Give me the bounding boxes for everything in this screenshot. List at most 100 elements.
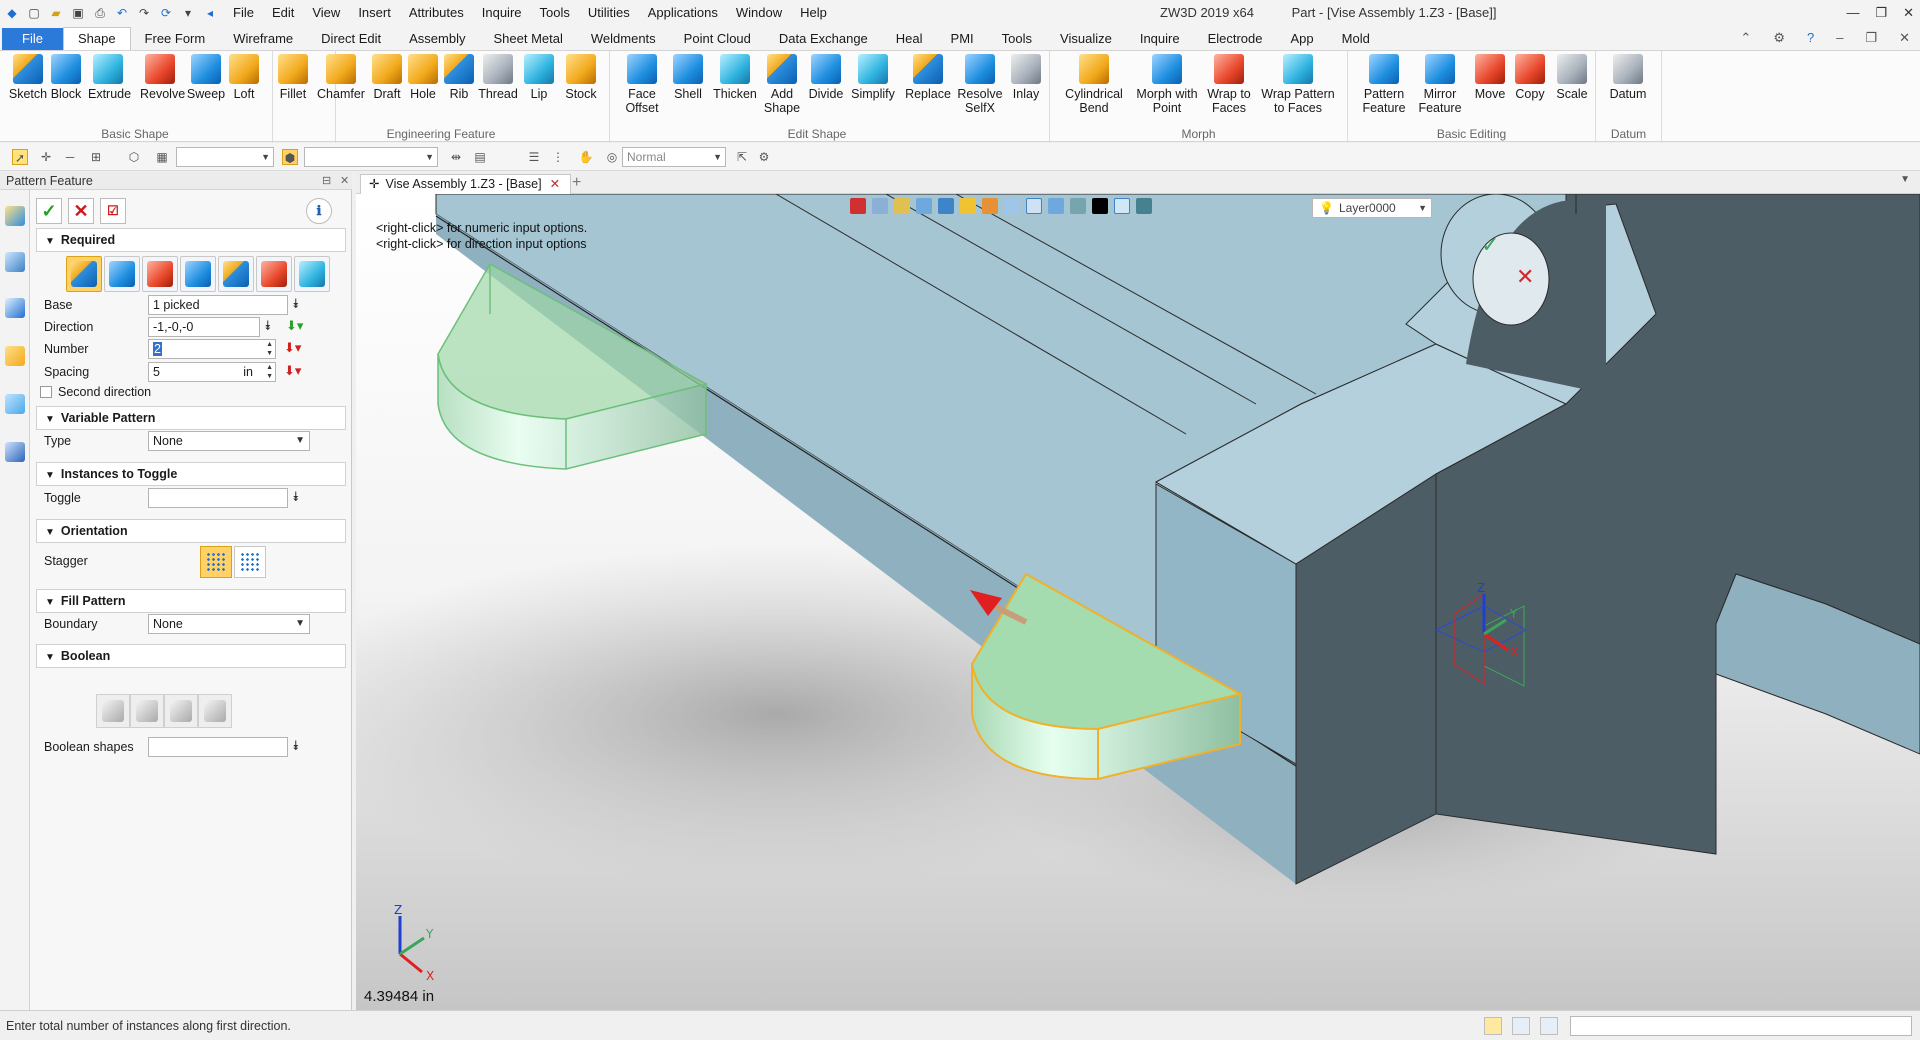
spacing-spinner[interactable]: ▲ ▼ <box>266 363 273 381</box>
collapse-ribbon-icon[interactable]: ⌃ <box>1740 26 1751 50</box>
loft-button[interactable]: Loft <box>224 54 264 101</box>
minimize-icon[interactable]: — <box>1846 0 1859 26</box>
render-mode-combo[interactable]: Normal ▼ <box>622 147 726 167</box>
direction-pick-icon[interactable]: ⬇▾ <box>286 318 303 334</box>
doc-close-icon[interactable]: ✕ <box>1899 26 1910 50</box>
cancel-button[interactable]: ✕ <box>68 198 94 224</box>
select-cursor-icon[interactable]: ➚ <box>12 149 28 165</box>
tab-mold[interactable]: Mold <box>1328 28 1384 50</box>
tab-pmi[interactable]: PMI <box>937 28 988 50</box>
boolean-add-option[interactable] <box>130 694 164 728</box>
menu-tools[interactable]: Tools <box>531 0 579 26</box>
points-pattern-option[interactable] <box>180 256 216 292</box>
cylindrical-bend-button[interactable]: Cylindrical Bend <box>1058 54 1130 115</box>
tab-electrode[interactable]: Electrode <box>1194 28 1277 50</box>
tab-weldments[interactable]: Weldments <box>577 28 670 50</box>
lip-button[interactable]: Lip <box>519 54 559 101</box>
move-button[interactable]: Move <box>1470 54 1510 101</box>
filter-combo[interactable]: ▼ <box>176 147 274 167</box>
app-logo-icon[interactable]: ◆ <box>4 5 20 21</box>
boundary-select[interactable]: None ▼ <box>148 614 310 634</box>
tab-sheet-metal[interactable]: Sheet Metal <box>480 28 577 50</box>
wrap-to-faces-button[interactable]: Wrap to Faces <box>1204 54 1254 115</box>
menu-applications[interactable]: Applications <box>639 0 727 26</box>
scale-button[interactable]: Scale <box>1552 54 1592 101</box>
material-icon[interactable] <box>1136 198 1152 214</box>
pattern-feature-button[interactable]: Pattern Feature <box>1356 54 1412 115</box>
tabs-overflow-icon[interactable]: ▼ <box>1900 174 1910 185</box>
replace-button[interactable]: Replace <box>904 54 952 101</box>
collapse-arrow-icon[interactable]: ◂ <box>202 5 218 21</box>
face-offset-button[interactable]: Face Offset <box>616 54 668 115</box>
extrude-button[interactable]: Extrude <box>88 54 131 101</box>
info-icon[interactable]: ℹ <box>306 198 332 224</box>
sweep-button[interactable]: Sweep <box>186 54 226 101</box>
view-cube-icon[interactable] <box>938 198 954 214</box>
toggle-field[interactable] <box>148 488 288 508</box>
display-mode-icon[interactable] <box>960 198 976 214</box>
layout-icon[interactable] <box>1048 198 1064 214</box>
circular-pattern-option[interactable] <box>104 256 140 292</box>
status-view-icon[interactable] <box>1484 1017 1502 1035</box>
display-filter-icon[interactable] <box>1070 198 1086 214</box>
simplify-button[interactable]: Simplify <box>848 54 898 101</box>
menu-help[interactable]: Help <box>791 0 836 26</box>
doc-minimize-icon[interactable]: – <box>1836 26 1843 50</box>
zoom-fit-icon[interactable] <box>1004 198 1020 214</box>
menu-inquire[interactable]: Inquire <box>473 0 531 26</box>
save-icon[interactable]: ▣ <box>70 5 86 21</box>
direction-expand-icon[interactable]: ⯯ <box>264 318 272 334</box>
morph-with-point-button[interactable]: Morph with Point <box>1134 54 1200 115</box>
tree-view-icon[interactable] <box>5 298 25 318</box>
section-required[interactable]: ▼ Required <box>36 228 346 252</box>
fillet-button[interactable]: Fillet <box>273 54 313 101</box>
section-instances-to-toggle[interactable]: ▼ Instances to Toggle <box>36 462 346 486</box>
revolve-button[interactable]: Revolve <box>140 54 185 101</box>
menu-view[interactable]: View <box>303 0 349 26</box>
align-icon[interactable]: ⇹ <box>448 149 464 165</box>
tab-wireframe[interactable]: Wireframe <box>219 28 307 50</box>
base-field[interactable]: 1 picked <box>148 295 288 315</box>
pointer-icon[interactable]: ⇱ <box>734 149 750 165</box>
settings-gear-icon[interactable]: ⚙ <box>1773 26 1785 50</box>
fill-pattern-option[interactable] <box>218 256 254 292</box>
menu-edit[interactable]: Edit <box>263 0 303 26</box>
block-button[interactable]: Block <box>46 54 86 101</box>
history-manager-icon[interactable] <box>5 206 25 226</box>
menu-window[interactable]: Window <box>727 0 791 26</box>
hole-button[interactable]: Hole <box>403 54 443 101</box>
section-view-icon[interactable] <box>982 198 998 214</box>
redo-icon[interactable]: ↷ <box>136 5 152 21</box>
customize-arrow-icon[interactable]: ▾ <box>180 5 196 21</box>
table-pattern-option[interactable] <box>294 256 330 292</box>
render-mode-icon[interactable]: ◎ <box>604 149 620 165</box>
panel-pin-icon[interactable]: ⊟ <box>322 172 331 190</box>
smart-pick-icon[interactable]: ⬢ <box>282 149 298 165</box>
tab-shape[interactable]: Shape <box>62 27 131 50</box>
help-icon[interactable]: ? <box>1807 26 1814 50</box>
tab-assembly[interactable]: Assembly <box>395 28 479 50</box>
shape-filter-icon[interactable]: ⬡ <box>126 149 142 165</box>
draft-button[interactable]: Draft <box>367 54 407 101</box>
stagger-offset-option[interactable] <box>234 546 266 578</box>
visual-manager-icon[interactable] <box>5 394 25 414</box>
tab-point-cloud[interactable]: Point Cloud <box>670 28 765 50</box>
menu-attributes[interactable]: Attributes <box>400 0 473 26</box>
stack-icon[interactable]: ☰ <box>526 149 542 165</box>
tab-close-icon[interactable]: ✕ <box>550 177 560 191</box>
stagger-grid-option[interactable] <box>200 546 232 578</box>
toggle-expand-icon[interactable]: ⯯ <box>292 489 300 505</box>
level-filter-icon[interactable]: ▦ <box>154 149 170 165</box>
status-display-icon[interactable] <box>1512 1017 1530 1035</box>
tab-tools[interactable]: Tools <box>988 28 1046 50</box>
doc-restore-icon[interactable]: ❐ <box>1865 26 1877 50</box>
apply-button[interactable]: ☑ <box>100 198 126 224</box>
user-manager-icon[interactable] <box>5 442 25 462</box>
shade-mode-icon[interactable] <box>916 198 932 214</box>
section-variable-pattern[interactable]: ▼ Variable Pattern <box>36 406 346 430</box>
menu-utilities[interactable]: Utilities <box>579 0 639 26</box>
tab-inquire[interactable]: Inquire <box>1126 28 1194 50</box>
rib-button[interactable]: Rib <box>439 54 479 101</box>
number-variable-icon[interactable]: ⬇▾ <box>284 340 301 356</box>
wrap-pattern-to-faces-button[interactable]: Wrap Pattern to Faces <box>1260 54 1336 115</box>
